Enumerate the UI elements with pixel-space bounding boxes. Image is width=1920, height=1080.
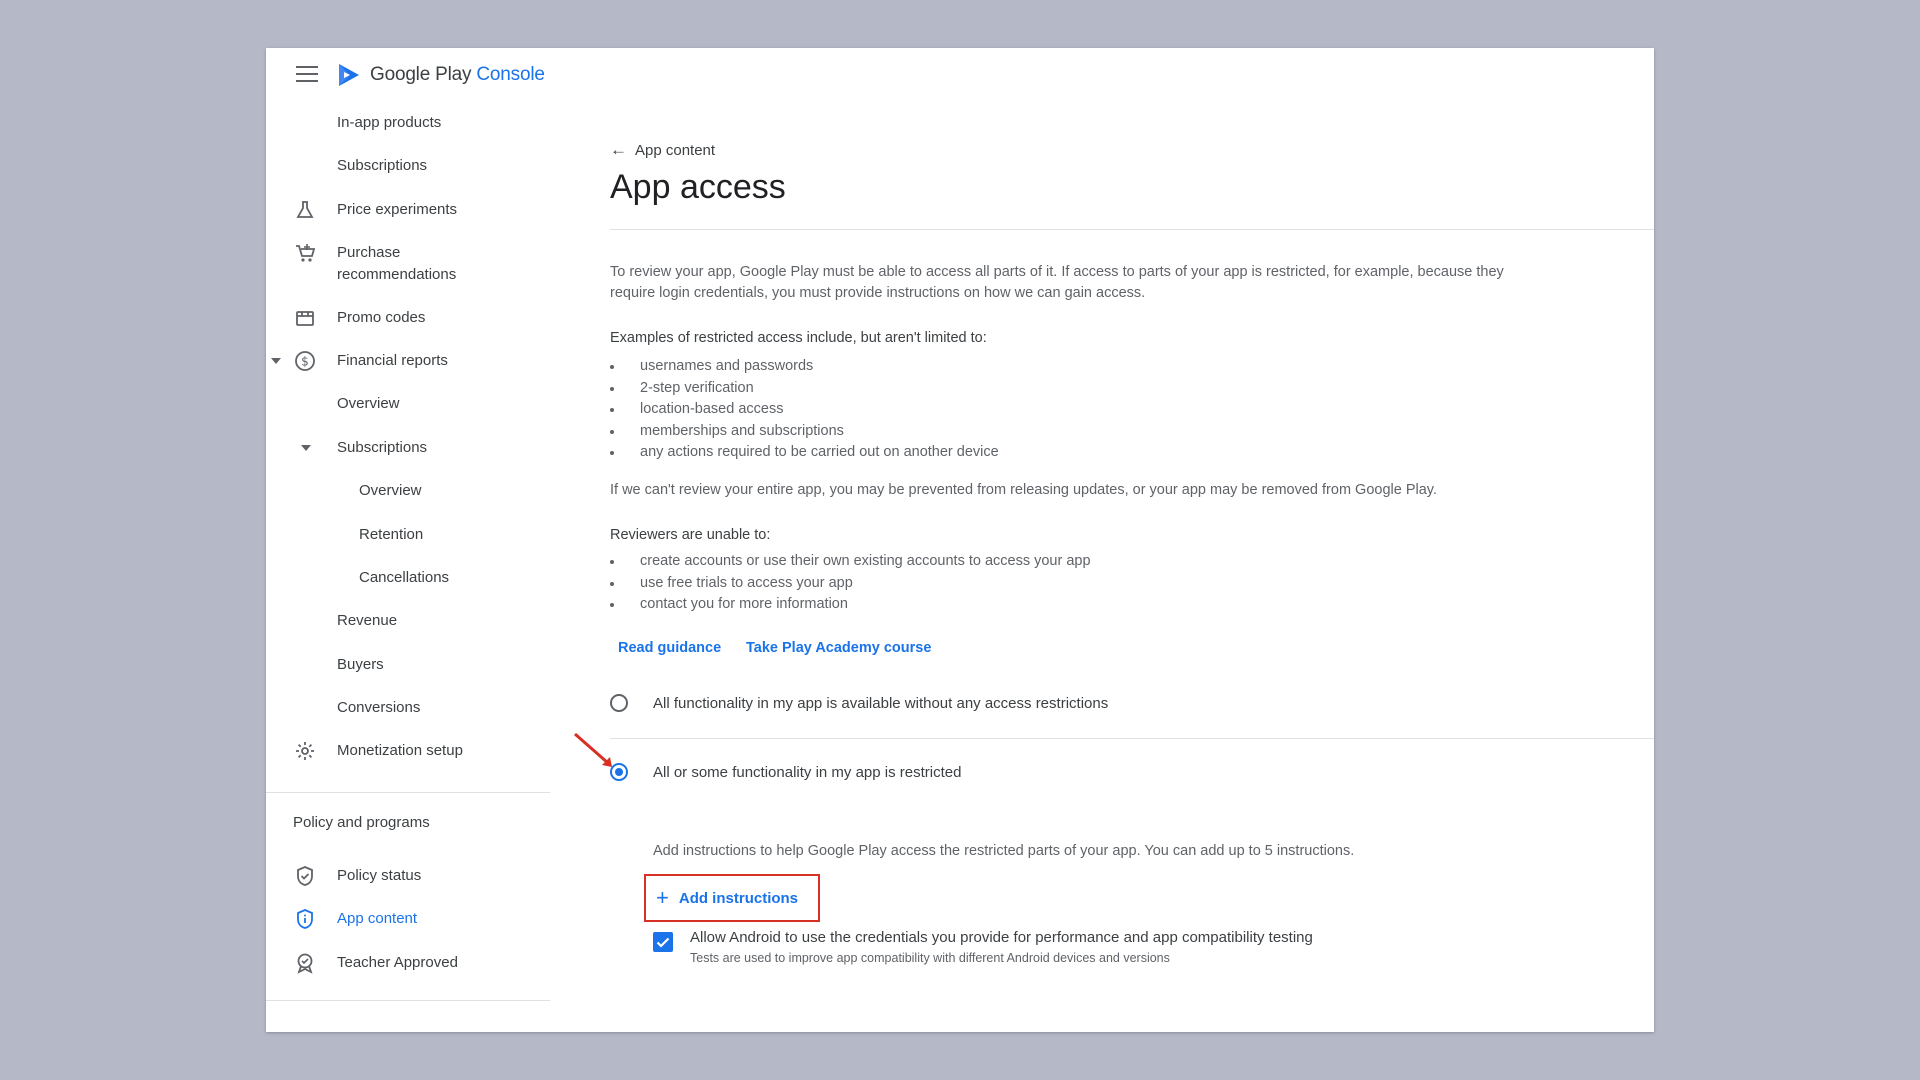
options-divider [610, 738, 1654, 739]
list-item: 2-step verification [610, 378, 999, 400]
sidebar-item-subscriptions[interactable]: Subscriptions [337, 155, 427, 177]
reviewers-list: create accounts or use their own existin… [610, 551, 1091, 616]
list-item: use free trials to access your app [610, 573, 1091, 595]
add-instructions-button[interactable]: + Add instructions [644, 874, 820, 922]
warning-text: If we can't review your entire app, you … [610, 482, 1438, 498]
store-icon [294, 307, 316, 329]
credentials-checkbox[interactable] [653, 932, 673, 952]
sidebar-item-monetization-setup[interactable]: Monetization setup [337, 740, 463, 762]
collapse-caret-icon[interactable] [301, 445, 311, 451]
plus-icon: + [656, 885, 669, 910]
main-content: ← App content App access To review your a… [574, 48, 1654, 1032]
add-instructions-label: Add instructions [678, 889, 799, 907]
back-arrow-icon: ← [610, 140, 627, 159]
sidebar-item-revenue[interactable]: Revenue [337, 610, 397, 632]
sidebar-item-overview[interactable]: Overview [337, 393, 400, 415]
sidebar-item-teacher-approved[interactable]: Teacher Approved [337, 952, 458, 974]
badge-icon [294, 952, 316, 974]
sidebar-item-retention[interactable]: Retention [359, 524, 423, 546]
sidebar-item-financial-reports[interactable]: Financial reports [337, 350, 448, 372]
sidebar-item-promo-codes[interactable]: Promo codes [337, 307, 425, 329]
list-item: contact you for more information [610, 594, 1091, 616]
examples-heading: Examples of restricted access include, b… [610, 330, 987, 346]
collapse-caret-icon[interactable] [271, 358, 281, 364]
examples-list: usernames and passwords 2-step verificati… [610, 356, 999, 464]
intro-text: To review your app, Google Play must be … [610, 264, 1504, 301]
console-window: Google Play Console In-app products Subs… [266, 48, 1654, 1032]
gear-icon [294, 740, 316, 762]
flask-icon [294, 199, 316, 221]
sidebar-item-label-line2: recommendations [337, 266, 457, 283]
list-item: create accounts or use their own existin… [610, 551, 1091, 573]
svg-text:$: $ [301, 355, 309, 369]
radio-unrestricted[interactable] [610, 694, 628, 712]
sidebar-divider [266, 1000, 550, 1001]
sidebar-divider [266, 792, 550, 793]
dollar-icon: $ [294, 350, 316, 372]
play-academy-link[interactable]: Take Play Academy course [746, 640, 931, 656]
credentials-checkbox-label[interactable]: Allow Android to use the credentials you… [690, 929, 1313, 946]
credentials-checkbox-helper: Tests are used to improve app compatibil… [690, 951, 1170, 965]
instructions-hint: Add instructions to help Google Play acc… [653, 843, 1355, 859]
sidebar-section-title: Policy and programs [293, 814, 430, 831]
list-item: usernames and passwords [610, 356, 999, 378]
radio-restricted[interactable] [610, 763, 628, 781]
sidebar-item-label-line1: Purchase [337, 244, 401, 261]
list-item: memberships and subscriptions [610, 421, 999, 443]
page-title: App access [610, 168, 786, 206]
sidebar-item-buyers[interactable]: Buyers [337, 654, 384, 676]
sidebar-item-price-experiments[interactable]: Price experiments [337, 199, 457, 221]
shield-info-icon [294, 908, 316, 930]
sidebar: Google Play Console In-app products Subs… [266, 48, 550, 1032]
title-divider [610, 229, 1654, 230]
sidebar-item-subscriptions-reports[interactable]: Subscriptions [337, 437, 427, 459]
sidebar-item-conversions[interactable]: Conversions [337, 697, 420, 719]
sidebar-item-in-app-products[interactable]: In-app products [337, 112, 441, 134]
back-link-label: App content [635, 142, 716, 159]
list-item: location-based access [610, 399, 999, 421]
sidebar-item-cancellations[interactable]: Cancellations [359, 567, 449, 589]
read-guidance-link[interactable]: Read guidance [618, 640, 721, 656]
shield-check-icon [294, 865, 316, 887]
back-link[interactable]: ← App content [610, 140, 715, 160]
reviewers-heading: Reviewers are unable to: [610, 527, 771, 543]
radio-unrestricted-label[interactable]: All functionality in my app is available… [653, 695, 1108, 712]
cart-icon [294, 242, 316, 264]
top-bar: Google Play Console [266, 48, 566, 98]
brand-title[interactable]: Google Play Console [370, 64, 545, 86]
checkmark-icon [656, 937, 670, 948]
menu-icon[interactable] [296, 66, 318, 82]
sidebar-item-policy-status[interactable]: Policy status [337, 865, 421, 887]
play-console-logo-icon [336, 62, 362, 88]
sidebar-item-app-content[interactable]: App content [337, 908, 417, 930]
list-item: any actions required to be carried out o… [610, 442, 999, 464]
sidebar-item-purchase-recommendations[interactable]: Purchase recommendations [337, 242, 456, 286]
radio-restricted-label[interactable]: All or some functionality in my app is r… [653, 764, 961, 781]
sidebar-item-subscriptions-overview[interactable]: Overview [359, 480, 422, 502]
